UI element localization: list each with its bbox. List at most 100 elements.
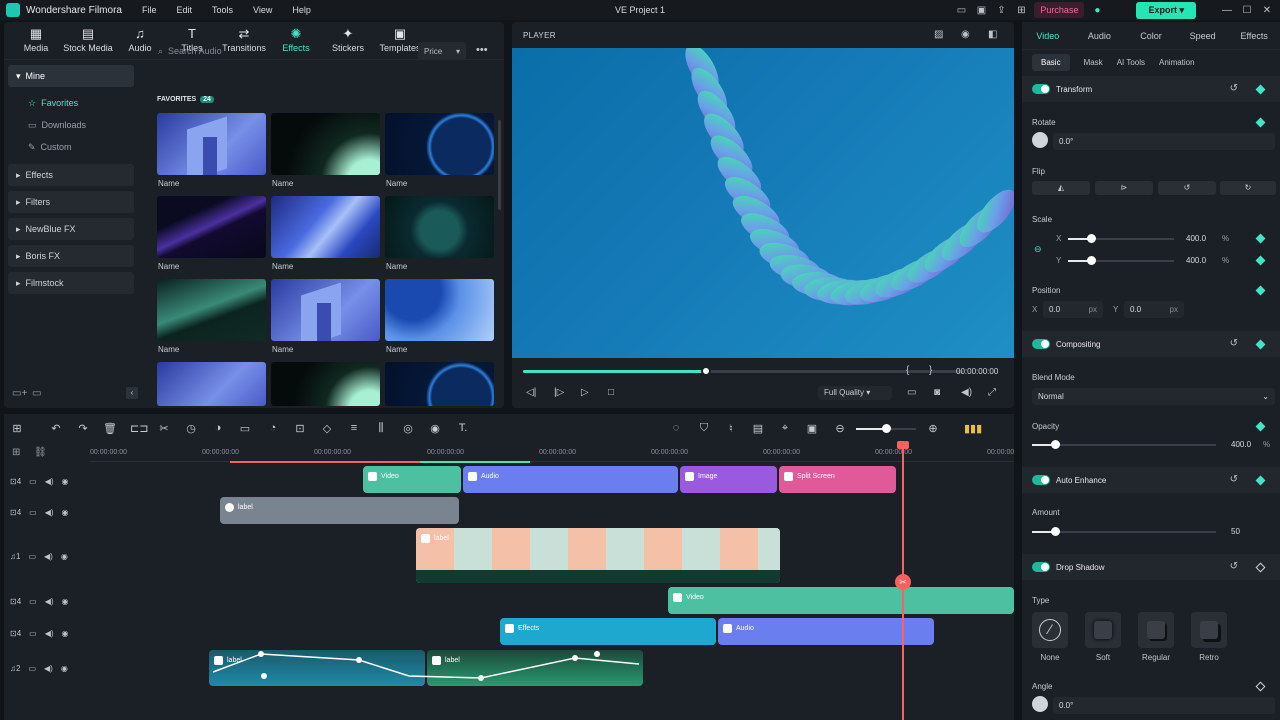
shadow-type-none[interactable]: ⁄ bbox=[1032, 612, 1068, 648]
mark-out-icon[interactable]: } bbox=[929, 365, 932, 376]
flip-horizontal-button[interactable]: ◭ bbox=[1032, 181, 1090, 195]
folder-icon[interactable]: ▭ bbox=[28, 664, 36, 673]
blend-mode-dropdown[interactable]: Normal ⌄ bbox=[1032, 388, 1275, 405]
ripple-icon[interactable]: ◎ bbox=[401, 422, 415, 435]
speed-icon[interactable]: ◷ bbox=[184, 422, 198, 435]
split-icon[interactable]: ✂ bbox=[157, 422, 171, 435]
timer-icon[interactable]: ◔ bbox=[266, 422, 280, 434]
library-scrollbar[interactable] bbox=[498, 120, 501, 210]
mute-icon[interactable]: ◀) bbox=[44, 552, 53, 561]
account-icon[interactable]: ● bbox=[1090, 3, 1104, 17]
tab-video[interactable]: Video bbox=[1022, 31, 1074, 41]
reset-icon[interactable]: ↺ bbox=[1230, 474, 1238, 485]
delete-icon[interactable]: 🗑 bbox=[103, 422, 117, 435]
new-folder-icon[interactable]: ▭+ bbox=[12, 388, 27, 399]
folder-icon[interactable]: ▭ bbox=[28, 552, 36, 561]
prev-frame-icon[interactable]: ◁| bbox=[526, 387, 536, 398]
timeline-clip-label[interactable]: label bbox=[220, 497, 459, 524]
audio-keyframe-line[interactable] bbox=[209, 650, 643, 686]
playhead-handle[interactable] bbox=[897, 441, 909, 449]
ai-icon[interactable]: ⌖ bbox=[778, 422, 792, 435]
mute-icon[interactable]: ◀) bbox=[45, 508, 54, 517]
menu-view[interactable]: View bbox=[253, 5, 272, 15]
zoom-in-icon[interactable]: ⊕ bbox=[926, 422, 940, 435]
effect-thumbnail[interactable] bbox=[157, 196, 266, 258]
reset-icon[interactable]: ↺ bbox=[1230, 561, 1238, 572]
mark-in-icon[interactable]: { bbox=[906, 365, 909, 376]
lock-icon[interactable]: ⊖ bbox=[1034, 244, 1042, 255]
display-icon[interactable]: ▭ bbox=[907, 387, 916, 398]
sidebar-mine[interactable]: ▾ Mine bbox=[8, 65, 134, 87]
drop-shadow-toggle[interactable] bbox=[1032, 562, 1050, 572]
sidebar-item-custom[interactable]: ✎ Custom bbox=[4, 136, 138, 158]
folder-icon[interactable]: ▭ bbox=[29, 597, 37, 606]
mute-icon[interactable]: ◀) bbox=[44, 664, 53, 673]
subtab-animation[interactable]: Animation bbox=[1159, 58, 1195, 67]
folder-icon[interactable]: ▭ bbox=[29, 508, 37, 517]
undo-icon[interactable]: ↶ bbox=[49, 422, 63, 435]
folder-icon[interactable]: ▭ bbox=[29, 629, 37, 638]
scale-y-handle[interactable] bbox=[1087, 256, 1096, 265]
shadow-type-regular[interactable] bbox=[1138, 612, 1174, 648]
compositing-toggle[interactable] bbox=[1032, 339, 1050, 349]
fullscreen-icon[interactable]: ⤢ bbox=[988, 387, 996, 398]
timeline-clip-split-screen[interactable]: Split Screen bbox=[779, 466, 896, 493]
player-seek-handle[interactable] bbox=[701, 366, 711, 376]
collapse-sidebar-button[interactable]: ‹ bbox=[126, 387, 138, 399]
play-reverse-icon[interactable]: |▷ bbox=[554, 387, 564, 398]
position-x-input[interactable]: 0.0 px bbox=[1043, 301, 1103, 318]
visibility-icon[interactable]: ◉ bbox=[62, 597, 69, 606]
sidebar-item-favorites[interactable]: ☆ Favorites bbox=[4, 92, 138, 114]
monitor-icon[interactable]: ▭ bbox=[954, 3, 968, 17]
visibility-icon[interactable]: ◉ bbox=[62, 508, 69, 517]
mute-icon[interactable]: ◀) bbox=[45, 597, 54, 606]
audio-meter-icon[interactable]: ▮▮▮ bbox=[964, 422, 982, 435]
motion-icon[interactable]: ◉ bbox=[428, 422, 442, 435]
sidebar-group-filmstock[interactable]: ▸ Filmstock bbox=[8, 272, 134, 294]
trim-icon[interactable]: ⊏⊐ bbox=[130, 422, 148, 435]
effect-thumbnail[interactable] bbox=[385, 362, 494, 406]
effect-thumbnail[interactable] bbox=[271, 196, 380, 258]
timeline-clip-audio[interactable]: Audio bbox=[463, 466, 678, 493]
zoom-handle[interactable] bbox=[882, 424, 891, 433]
visibility-icon[interactable]: ◉ bbox=[62, 477, 69, 486]
tab-speed[interactable]: Speed bbox=[1177, 31, 1229, 41]
reset-icon[interactable]: ↺ bbox=[1230, 338, 1238, 349]
stop-icon[interactable]: □ bbox=[608, 387, 614, 398]
more-options-icon[interactable]: ••• bbox=[476, 44, 488, 56]
transform-toggle[interactable] bbox=[1032, 84, 1050, 94]
flip-vertical-button[interactable]: ⊳ bbox=[1095, 181, 1153, 195]
shadow-type-soft[interactable] bbox=[1085, 612, 1121, 648]
angle-dial[interactable] bbox=[1032, 696, 1048, 712]
play-icon[interactable]: ▷ bbox=[581, 387, 589, 398]
auto-enhance-toggle[interactable] bbox=[1032, 475, 1050, 485]
visibility-icon[interactable]: ◉ bbox=[61, 552, 68, 561]
timeline-clip-image[interactable]: Image bbox=[680, 466, 777, 493]
mic-icon[interactable]: ♮ bbox=[724, 422, 738, 435]
menu-file[interactable]: File bbox=[142, 5, 157, 15]
keyframe-icon[interactable]: ◇ bbox=[320, 422, 334, 435]
menu-tools[interactable]: Tools bbox=[212, 5, 233, 15]
render-icon[interactable]: ◌ bbox=[669, 422, 683, 434]
layout-icon[interactable]: ⊞ bbox=[10, 422, 24, 435]
scale-y-value[interactable]: 400.0 bbox=[1186, 256, 1206, 265]
shadow-type-retro[interactable] bbox=[1191, 612, 1227, 648]
mute-icon[interactable]: ◀) bbox=[45, 477, 54, 486]
minimize-icon[interactable]: — bbox=[1220, 3, 1234, 17]
grid-icon[interactable]: ⊞ bbox=[1014, 3, 1028, 17]
angle-input[interactable]: 0.0° bbox=[1053, 697, 1275, 714]
effect-thumbnail[interactable] bbox=[271, 362, 380, 406]
color-icon[interactable]: ◑ bbox=[211, 422, 225, 434]
timeline-clip-effects[interactable]: Effects bbox=[500, 618, 716, 645]
folder-icon[interactable]: ▭ bbox=[32, 388, 41, 399]
sidebar-group-filters[interactable]: ▸ Filters bbox=[8, 191, 134, 213]
subtab-mask[interactable]: Mask bbox=[1084, 58, 1103, 67]
visibility-icon[interactable]: ◉ bbox=[61, 664, 68, 673]
effect-thumbnail[interactable] bbox=[157, 362, 266, 406]
scale-x-handle[interactable] bbox=[1087, 234, 1096, 243]
export-button[interactable]: Export ▾ bbox=[1136, 1, 1196, 19]
sidebar-item-downloads[interactable]: ▭ Downloads bbox=[4, 114, 138, 136]
effect-thumbnail[interactable] bbox=[271, 279, 380, 341]
eye-icon[interactable]: ◉ bbox=[961, 29, 970, 40]
effect-thumbnail[interactable] bbox=[385, 279, 494, 341]
